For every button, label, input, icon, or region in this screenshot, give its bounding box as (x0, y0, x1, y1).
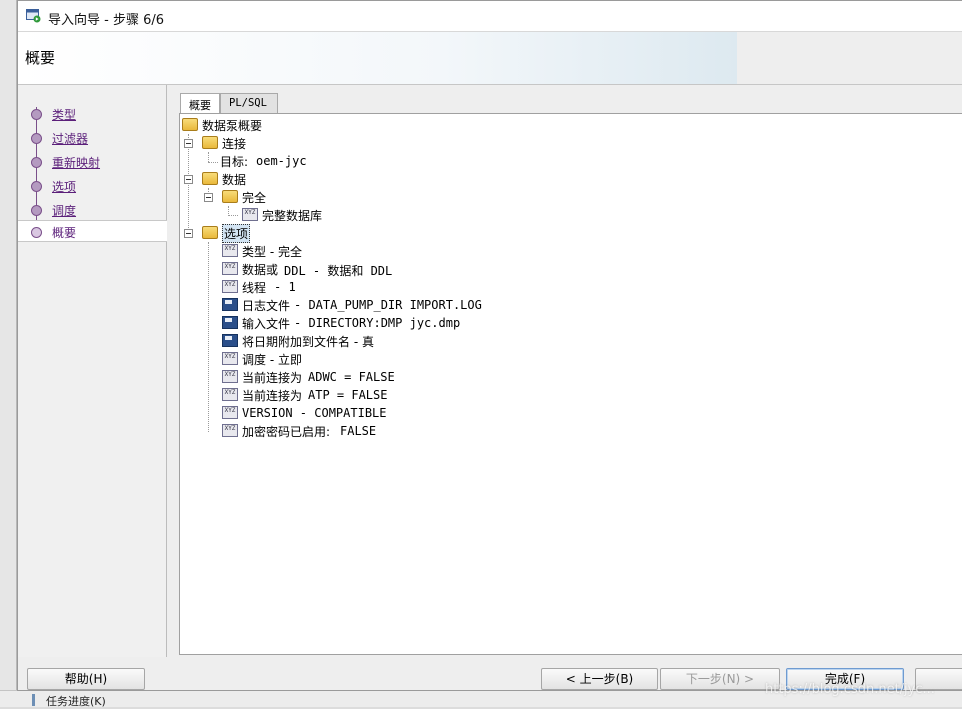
step-label[interactable]: 过滤器 (52, 130, 88, 147)
tree-line (208, 242, 209, 432)
save-disk-icon (222, 316, 238, 329)
app-icon (26, 9, 41, 23)
tree-node-label: 数据 (222, 173, 247, 187)
tree-node-label: 将日期附加到文件名 - 真 (242, 335, 374, 349)
tree-line (208, 152, 209, 162)
tab-plsql[interactable]: PL/SQL (220, 93, 278, 113)
folder-open-icon (202, 172, 218, 185)
step-filter[interactable]: 过滤器 (18, 127, 167, 149)
step-marker-icon (31, 181, 42, 192)
step-schedule[interactable]: 调度 (18, 199, 167, 221)
folder-open-icon (222, 190, 238, 203)
page-title: 概要 (25, 49, 56, 67)
tree-node-value: ATP = FALSE (308, 388, 388, 402)
tree-node-label: 调度 - 立即 (242, 353, 302, 367)
tree-node-label: 输入文件 (242, 317, 291, 331)
tree-line (228, 215, 238, 216)
step-marker-icon (31, 227, 42, 238)
wizard-steps-nav: 类型 过滤器 重新映射 选项 调度 概要 (18, 85, 167, 657)
tab-summary[interactable]: 概要 (180, 93, 220, 114)
step-type[interactable]: 类型 (18, 103, 167, 125)
tree-node-label: 加密密码已启用: (242, 425, 331, 439)
collapse-toggle-icon[interactable] (204, 193, 213, 202)
tree-node-value: FALSE (340, 424, 377, 438)
save-disk-icon (222, 298, 238, 311)
step-options[interactable]: 选项 (18, 175, 167, 197)
tree-node-value: - 1 (274, 280, 296, 294)
tree-node-value: - DIRECTORY:DMP jyc.dmp (294, 316, 461, 330)
step-summary[interactable]: 概要 (18, 220, 167, 242)
folder-open-icon (202, 136, 218, 149)
xyz-value-icon: XYZ (222, 370, 238, 383)
tree-node-value: - DATA_PUMP_DIR IMPORT.LOG (294, 298, 482, 312)
step-label[interactable]: 重新映射 (52, 154, 100, 171)
watermark: https://blog.csdn.net/jyc... (765, 682, 935, 697)
step-remap[interactable]: 重新映射 (18, 151, 167, 173)
tree-node-label-selected: 选项 (222, 224, 251, 243)
tree-node-label: 连接 (222, 137, 247, 151)
import-wizard-dialog: 导入向导 - 步骤 6/6 概要 类型 过滤器 重新映射 选项 调度 概要 概要… (17, 0, 962, 691)
xyz-value-icon: XYZ (222, 406, 238, 419)
step-label[interactable]: 选项 (52, 178, 76, 195)
window-title: 导入向导 - 步骤 6/6 (48, 13, 165, 28)
xyz-value-icon: XYZ (222, 244, 238, 257)
xyz-value-icon: XYZ (222, 388, 238, 401)
tree-node-label: 日志文件 (242, 299, 291, 313)
tree-node-label: 当前连接为 (242, 389, 303, 403)
collapse-toggle-icon[interactable] (184, 175, 193, 184)
tree-line (208, 162, 218, 163)
step-marker-icon (31, 205, 42, 216)
tree-node-label: 目标: (220, 155, 249, 169)
step-marker-icon (31, 157, 42, 168)
step-label[interactable]: 调度 (52, 202, 76, 219)
folder-open-icon (202, 226, 218, 239)
tree-node-value: oem-jyc (256, 154, 307, 168)
tree-node-value: ADWC = FALSE (308, 370, 395, 384)
status-indicator (32, 694, 35, 706)
xyz-value-icon: XYZ (222, 424, 238, 437)
xyz-value-icon: XYZ (242, 208, 258, 221)
tree-node-value: VERSION - COMPATIBLE (242, 406, 387, 420)
help-button[interactable]: 帮助(H) (27, 668, 145, 690)
step-label[interactable]: 类型 (52, 106, 76, 123)
tree-node-value: DDL - 数据和 DDL (284, 264, 393, 278)
xyz-value-icon: XYZ (222, 262, 238, 275)
tree-node-label: 当前连接为 (242, 371, 303, 385)
tree-node-label: 线程 (242, 281, 267, 295)
step-label: 概要 (52, 226, 77, 240)
save-disk-icon (222, 334, 238, 347)
tree-node-label: 数据泵概要 (202, 119, 263, 133)
wizard-header: 概要 (18, 32, 962, 85)
title-bar: 导入向导 - 步骤 6/6 (18, 1, 962, 32)
tree-node-label: 数据或 (242, 263, 279, 277)
tree-node-label: 类型 - 完全 (242, 245, 302, 259)
collapse-toggle-icon[interactable] (184, 139, 193, 148)
tree-node-label: 完全 (242, 191, 267, 205)
step-marker-icon (31, 109, 42, 120)
xyz-value-icon: XYZ (222, 280, 238, 293)
step-marker-icon (31, 133, 42, 144)
summary-tree: 数据泵概要 连接 目标: oem-jyc 数据 完全 XYZ 完整数据库 选项 … (179, 113, 962, 655)
folder-open-icon (182, 118, 198, 131)
background-app-edge (0, 0, 17, 707)
next-button: 下一步(N) > (660, 668, 780, 690)
collapse-toggle-icon[interactable] (184, 229, 193, 238)
xyz-value-icon: XYZ (222, 352, 238, 365)
back-button[interactable]: < 上一步(B) (541, 668, 658, 690)
tree-node-label: 完整数据库 (262, 209, 323, 223)
